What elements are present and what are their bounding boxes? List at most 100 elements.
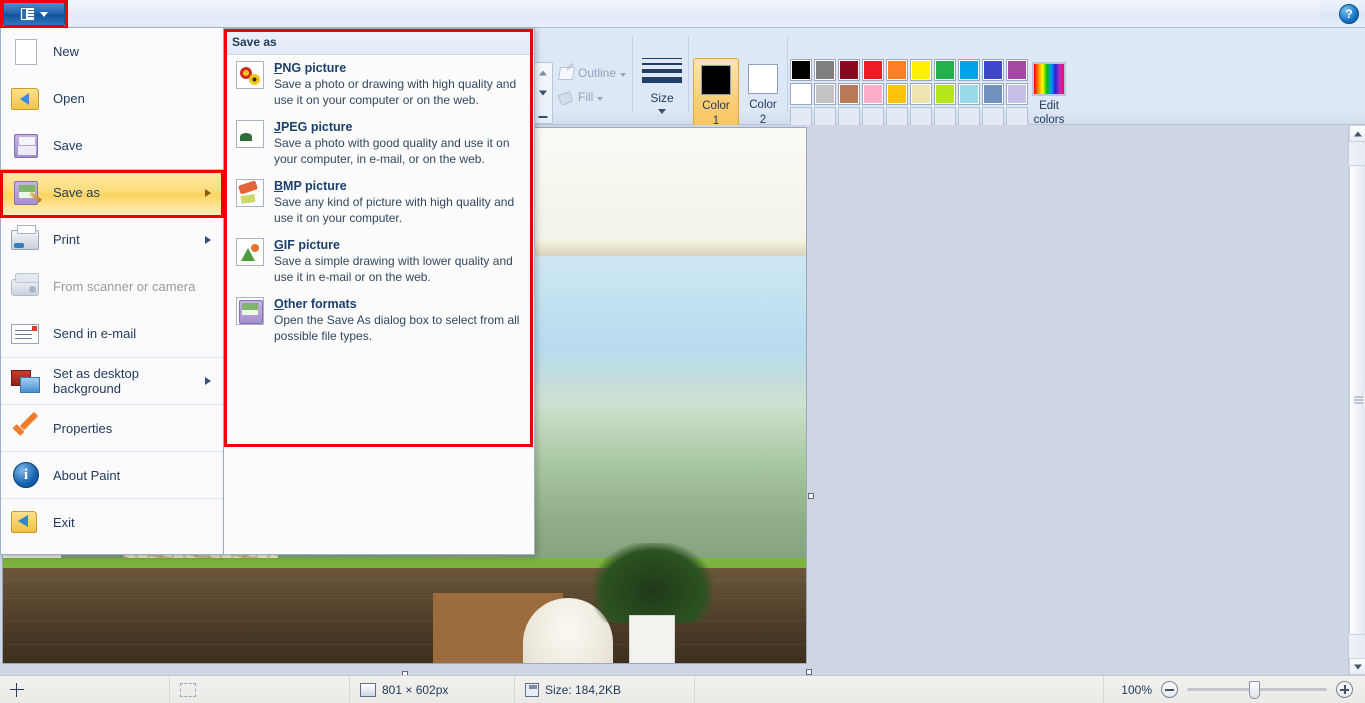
outline-icon [558,65,574,81]
help-icon[interactable]: ? [1339,4,1359,24]
ribbon-separator [688,36,689,112]
palette-swatch-1-8[interactable] [958,59,980,81]
edit-colors-button[interactable]: Edit colors [1028,58,1070,134]
palette-swatch-2-9[interactable] [982,83,1004,105]
spinner-up-button[interactable] [534,63,552,83]
submenu-header: Save as [224,29,534,55]
palette-swatch-1-3[interactable] [838,59,860,81]
palette-swatch-1-5[interactable] [886,59,908,81]
menu-item-about-paint[interactable]: i About Paint [1,451,223,498]
zoom-slider-track[interactable] [1187,681,1327,699]
menu-item-exit[interactable]: Exit [1,498,223,545]
palette-swatch-2-6[interactable] [910,83,932,105]
new-document-icon [11,37,41,67]
status-spacer [695,675,1104,703]
palette-swatch-1-1[interactable] [790,59,812,81]
palette-swatch-2-2[interactable] [814,83,836,105]
submenu-item-title[interactable]: BMP picture [274,179,524,193]
menu-item-print[interactable]: Print [1,216,223,263]
size-button[interactable]: Size [637,28,687,124]
menu-item-save-as[interactable]: Save as [1,169,223,216]
scrollbar-thumb[interactable] [1349,165,1365,635]
cursor-position-icon [10,682,24,697]
desktop-icon [11,366,41,396]
spinner-down-button[interactable] [534,83,552,103]
submenu-item-description: Open the Save As dialog box to select fr… [274,313,520,343]
scroll-up-button[interactable] [1349,125,1365,142]
image-size-value: 801 × 602px [382,682,449,697]
submenu-item-other-formats[interactable]: Other formats Open the Save As dialog box… [224,291,534,350]
size-spinner[interactable] [533,62,553,124]
zoom-in-button[interactable] [1336,681,1353,698]
floppy-disk-icon-glyph [14,133,38,158]
scanner-icon-glyph [11,272,39,296]
menu-item-properties[interactable]: Properties [1,404,223,451]
menu-item-label: Save [53,138,83,153]
bar-icon [538,116,548,118]
chevron-right-icon [205,188,211,197]
spinner-bottom-button[interactable] [534,103,552,123]
menu-item-new[interactable]: New [1,28,223,75]
palette-swatch-2-8[interactable] [958,83,980,105]
file-size-icon [525,682,539,697]
menu-item-open[interactable]: Open [1,75,223,122]
menu-item-save[interactable]: Save [1,122,223,169]
menu-item-set-as-desktop-background[interactable]: Set as desktop background [1,357,223,404]
chevron-down-icon [1353,664,1362,669]
submenu-item-title[interactable]: JPEG picture [274,120,524,134]
status-selection-size [170,675,350,703]
save-as-icon-glyph [14,180,38,205]
chevron-down-icon [539,90,547,96]
submenu-item-title[interactable]: Other formats [274,297,524,311]
submenu-item-text: PNG picture Save a photo or drawing with … [274,61,524,108]
palette-swatch-2-1[interactable] [790,83,812,105]
palette-swatch-2-7[interactable] [934,83,956,105]
canvas-plant [593,543,713,663]
palette-swatch-2-5[interactable] [886,83,908,105]
palette-row-1 [790,59,1030,83]
zoom-out-button[interactable] [1161,681,1178,698]
canvas-resize-handle-right[interactable] [808,493,814,499]
floppy-disk-icon [11,131,41,161]
file-menu-panel[interactable]: New Open Save Save as Print From scanner or c… [0,28,224,555]
submenu-item-jpeg-picture[interactable]: JPEG picture Save a photo with good quali… [224,114,534,173]
palette-swatch-1-6[interactable] [910,59,932,81]
submenu-item-text: Other formats Open the Save As dialog box… [274,297,524,344]
fill-button[interactable]: Fill [556,86,632,108]
palette-swatch-1-4[interactable] [862,59,884,81]
palette-swatch-1-10[interactable] [1006,59,1028,81]
palette-swatch-2-3[interactable] [838,83,860,105]
color-palette[interactable] [790,59,1030,131]
color-1-button[interactable]: Color 1 [693,58,739,132]
palette-swatch-2-10[interactable] [1006,83,1028,105]
palette-swatch-2-4[interactable] [862,83,884,105]
submenu-item-description: Save a simple drawing with lower quality… [274,254,513,284]
new-document-icon-glyph [15,38,37,65]
status-image-size: 801 × 602px [350,675,515,703]
palette-swatch-1-2[interactable] [814,59,836,81]
file-size-value: Size: 184,2KB [545,682,622,697]
scroll-down-button[interactable] [1349,658,1365,675]
outline-button[interactable]: Outline [556,62,632,84]
menu-item-send-in-e-mail[interactable]: Send in e-mail [1,310,223,357]
menu-item-label: Open [53,91,85,106]
palette-swatch-1-7[interactable] [934,59,956,81]
submenu-item-gif-picture[interactable]: GIF picture Save a simple drawing with lo… [224,232,534,291]
envelope-icon [11,319,41,349]
vertical-scrollbar[interactable] [1348,125,1365,675]
submenu-item-title[interactable]: GIF picture [274,238,524,252]
submenu-item-png-picture[interactable]: PNG picture Save a photo or drawing with … [224,55,534,114]
paint-menu-button[interactable] [3,2,65,26]
status-cursor-position [0,675,170,703]
palette-swatch-1-9[interactable] [982,59,1004,81]
color-2-button[interactable]: Color 2 [741,58,785,132]
submenu-item-bmp-picture[interactable]: BMP picture Save any kind of picture with… [224,173,534,232]
zoom-controls[interactable]: 100% [1104,681,1365,699]
save-as-submenu-panel[interactable]: Save as PNG picture Save a photo or drawi… [224,28,535,555]
desktop-icon-glyph [11,370,40,393]
status-bar: 801 × 602px Size: 184,2KB 100% [0,675,1365,703]
printer-icon-glyph [11,224,39,250]
zoom-slider-thumb[interactable] [1249,681,1260,699]
zoom-level-label: 100% [1121,682,1152,697]
submenu-item-title[interactable]: PNG picture [274,61,524,75]
